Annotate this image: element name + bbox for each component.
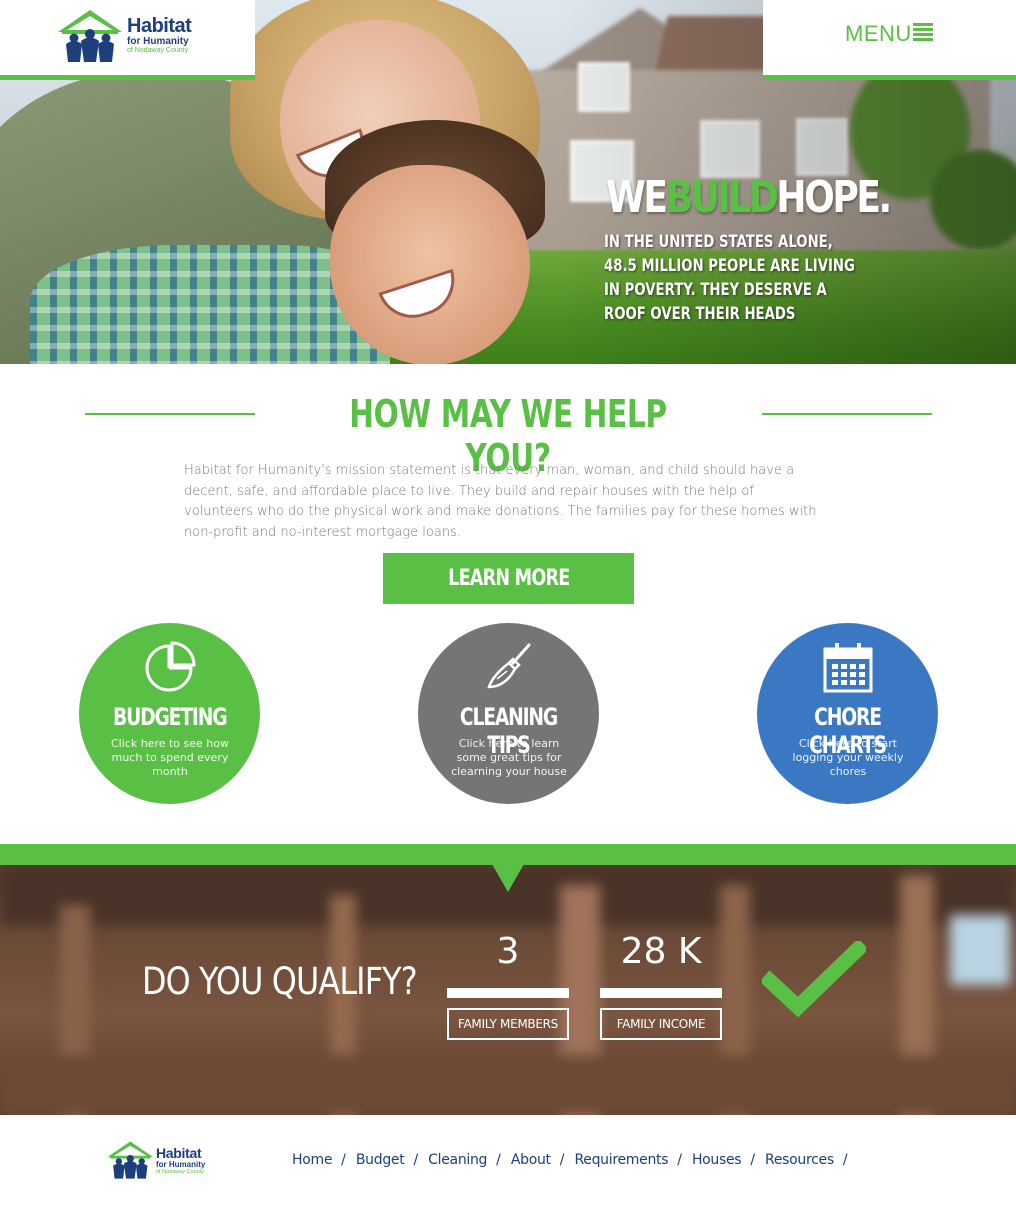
footer-link-houses[interactable]: Houses bbox=[692, 1152, 742, 1168]
footer-logo-tagline: of Nodaway County bbox=[156, 1169, 204, 1175]
calendar-icon bbox=[823, 643, 873, 693]
footer-link-home[interactable]: Home bbox=[292, 1152, 332, 1168]
footer-link-about[interactable]: About bbox=[511, 1152, 551, 1168]
budgeting-description: Click here to see how much to spend ever… bbox=[111, 737, 229, 778]
family-members-value: 3 bbox=[496, 931, 520, 972]
checkmark-icon bbox=[762, 941, 866, 1018]
footer-link-requirements[interactable]: Requirements bbox=[574, 1152, 668, 1168]
footer-logo-subtitle: for Humanity bbox=[156, 1160, 206, 1169]
house-people-icon bbox=[58, 10, 122, 62]
pie-chart-icon bbox=[145, 641, 196, 692]
hamburger-icon bbox=[913, 23, 933, 43]
pointer-arrow bbox=[492, 864, 524, 892]
learn-more-button[interactable]: LEARN MORE bbox=[383, 553, 634, 604]
footer-link-cleaning[interactable]: Cleaning bbox=[428, 1152, 487, 1168]
footer-logo-title: Habitat bbox=[156, 1145, 202, 1161]
divider bbox=[85, 413, 255, 415]
cleaning-tips-card[interactable]: CLEANING TIPS Click here to learn some g… bbox=[418, 623, 599, 804]
divider bbox=[762, 413, 932, 415]
family-members-slider[interactable] bbox=[447, 988, 569, 998]
footer-logo[interactable]: Habitat for Humanity of Nodaway County bbox=[106, 1140, 216, 1180]
family-income-value: 28 K bbox=[620, 931, 702, 972]
hero-subtitle: IN THE UNITED STATES ALONE, 48.5 MILLION… bbox=[604, 232, 855, 324]
menu-label: MENU bbox=[845, 21, 912, 46]
broom-icon bbox=[487, 643, 531, 689]
budgeting-card[interactable]: BUDGETING Click here to see how much to … bbox=[79, 623, 260, 804]
chore-charts-card[interactable]: CHORE CHARTS Click here to start logging… bbox=[757, 623, 938, 804]
family-income-slider[interactable] bbox=[600, 988, 722, 998]
logo-container: Habitat for Humanity of Nodaway County bbox=[0, 0, 255, 80]
footer-link-budget[interactable]: Budget bbox=[356, 1152, 405, 1168]
family-members-button[interactable]: FAMILY MEMBERS bbox=[447, 1008, 569, 1040]
hero-banner: Habitat for Humanity of Nodaway County M… bbox=[0, 0, 1016, 364]
logo-title: Habitat bbox=[127, 15, 192, 37]
budgeting-title: BUDGETING bbox=[112, 703, 228, 731]
menu-button[interactable]: MENU bbox=[763, 0, 1016, 80]
mission-statement: Habitat for Humanity's mission statement… bbox=[184, 463, 817, 540]
section-divider bbox=[0, 844, 1016, 865]
logo-tagline: of Nodaway County bbox=[127, 47, 189, 54]
house-people-icon bbox=[107, 1141, 154, 1179]
habitat-logo[interactable]: Habitat for Humanity of Nodaway County bbox=[56, 8, 206, 64]
logo-subtitle: for Humanity bbox=[127, 36, 189, 47]
family-income-button[interactable]: FAMILY INCOME bbox=[600, 1008, 722, 1040]
footer-link-resources[interactable]: Resources bbox=[765, 1152, 834, 1168]
hero-title: WEBUILDHOPE. bbox=[606, 172, 892, 223]
cleaning-tips-description: Click here to learn some great tips for … bbox=[451, 737, 567, 778]
chore-charts-description: Click here to start logging your weekly … bbox=[792, 737, 904, 778]
qualify-title: DO YOU QUALIFY? bbox=[142, 960, 418, 1003]
footer-nav: Home / Budget / Cleaning / About / Requirements /… bbox=[292, 1152, 848, 1168]
qualify-section: DO YOU QUALIFY? 3 FAMILY MEMBERS 28 K FA… bbox=[0, 865, 1016, 1115]
